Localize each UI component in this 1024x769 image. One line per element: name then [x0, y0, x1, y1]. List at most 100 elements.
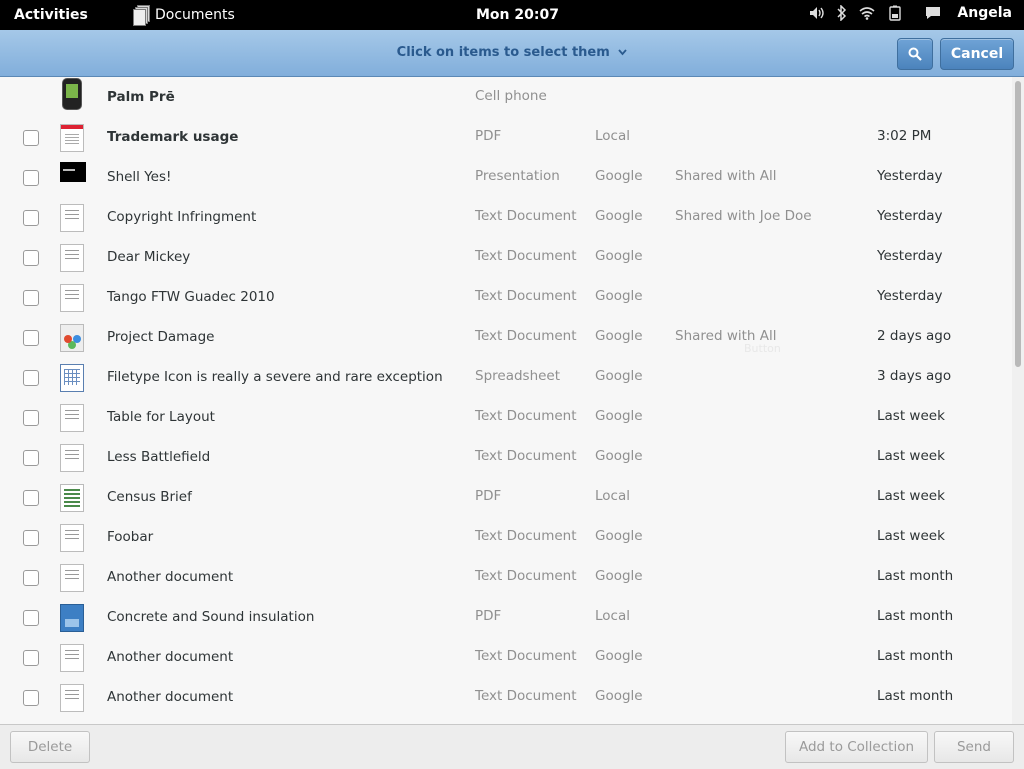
- document-row[interactable]: Foobar Text Document Google Last week: [0, 517, 1012, 557]
- row-shared: Shared with Joe Doe: [675, 208, 812, 224]
- document-row[interactable]: Another document Text Document Google Last …: [0, 677, 1012, 717]
- row-checkbox[interactable]: [23, 450, 39, 466]
- row-checkbox[interactable]: [23, 290, 39, 306]
- bluetooth-icon[interactable]: [837, 5, 847, 21]
- row-type: PDF: [475, 488, 502, 504]
- add-to-collection-button[interactable]: Add to Collection: [785, 731, 928, 763]
- chat-icon[interactable]: [925, 6, 941, 20]
- delete-button[interactable]: Delete: [10, 731, 90, 763]
- row-checkbox[interactable]: [23, 410, 39, 426]
- battery-icon[interactable]: [887, 5, 903, 21]
- row-source: Google: [595, 328, 643, 344]
- row-type: PDF: [475, 128, 502, 144]
- document-row[interactable]: Less Battlefield Text Document Google Last …: [0, 437, 1012, 477]
- row-title: Another document: [107, 649, 234, 665]
- document-row[interactable]: Filetype Icon is really a severe and rar…: [0, 357, 1012, 397]
- document-row[interactable]: Palm Prē Cell phone: [0, 77, 1012, 117]
- row-title: Filetype Icon is really a severe and rar…: [107, 369, 443, 385]
- document-row[interactable]: Table for Layout Text Document Google Last …: [0, 397, 1012, 437]
- row-source: Google: [595, 208, 643, 224]
- row-shared: Shared with All: [675, 168, 777, 184]
- row-source: Local: [595, 128, 630, 144]
- activities-button[interactable]: Activities: [14, 7, 88, 23]
- document-row[interactable]: Census Brief PDF Local Last week: [0, 477, 1012, 517]
- row-type: Text Document: [475, 448, 577, 464]
- row-date: Yesterday: [877, 248, 943, 264]
- row-checkbox[interactable]: [23, 250, 39, 266]
- row-date: Yesterday: [877, 288, 943, 304]
- clock[interactable]: Mon 20:07: [476, 7, 559, 23]
- doc-thumbnail-icon: [60, 244, 84, 272]
- row-checkbox[interactable]: [23, 330, 39, 346]
- scrollbar-thumb[interactable]: [1015, 81, 1021, 367]
- row-date: 3:02 PM: [877, 128, 932, 144]
- row-type: Presentation: [475, 168, 560, 184]
- row-title: Dear Mickey: [107, 249, 191, 265]
- row-checkbox[interactable]: [23, 690, 39, 706]
- ghost-label: Button: [744, 342, 781, 355]
- app-menu[interactable]: Documents: [133, 5, 235, 26]
- document-row[interactable]: Copyright Infringment Text Document Google…: [0, 197, 1012, 237]
- row-source: Google: [595, 648, 643, 664]
- row-checkbox[interactable]: [23, 210, 39, 226]
- row-date: 3 days ago: [877, 368, 952, 384]
- row-date: Last month: [877, 688, 954, 704]
- row-checkbox[interactable]: [23, 650, 39, 666]
- volume-icon[interactable]: [809, 6, 825, 20]
- cancel-button[interactable]: Cancel: [940, 38, 1014, 70]
- row-title: Another document: [107, 689, 234, 705]
- row-title: Foobar: [107, 529, 154, 545]
- row-source: Google: [595, 408, 643, 424]
- row-checkbox[interactable]: [23, 530, 39, 546]
- row-checkbox[interactable]: [23, 130, 39, 146]
- document-row[interactable]: Project Damage Text Document Google Shared …: [0, 317, 1012, 357]
- row-type: Text Document: [475, 328, 577, 344]
- row-date: Last week: [877, 448, 945, 464]
- vertical-scrollbar[interactable]: [1012, 77, 1024, 724]
- user-menu[interactable]: Angela: [957, 5, 1012, 21]
- doc-thumbnail-icon: [60, 684, 84, 712]
- row-source: Google: [595, 688, 643, 704]
- selection-title[interactable]: Click on items to select them: [0, 45, 1024, 60]
- row-title: Trademark usage: [107, 129, 239, 145]
- row-checkbox[interactable]: [23, 370, 39, 386]
- row-type: Text Document: [475, 288, 577, 304]
- wifi-icon[interactable]: [859, 6, 875, 20]
- phone-thumbnail-icon: [62, 78, 82, 110]
- row-title: Shell Yes!: [107, 169, 172, 185]
- row-title: Tango FTW Guadec 2010: [107, 289, 275, 305]
- document-row[interactable]: Concrete and Sound insulation PDF Local Las…: [0, 597, 1012, 637]
- selection-toolbar: Delete Add to Collection Send: [0, 724, 1024, 769]
- document-row[interactable]: Tango FTW Guadec 2010 Text Document Google…: [0, 277, 1012, 317]
- doc-thumbnail-icon: [60, 564, 84, 592]
- search-button[interactable]: [897, 38, 933, 70]
- top-panel: Activities Documents Mon 20:07 Angela: [0, 0, 1024, 30]
- sheet-thumbnail-icon: [60, 364, 84, 392]
- row-source: Google: [595, 568, 643, 584]
- row-date: Yesterday: [877, 208, 943, 224]
- document-row[interactable]: Dear Mickey Text Document Google Yesterday: [0, 237, 1012, 277]
- send-button[interactable]: Send: [934, 731, 1014, 763]
- row-type: Text Document: [475, 208, 577, 224]
- row-date: Last month: [877, 608, 954, 624]
- document-row[interactable]: Another document Text Document Google Last …: [0, 557, 1012, 597]
- census-thumbnail-icon: [60, 484, 84, 512]
- row-source: Google: [595, 448, 643, 464]
- row-source: Google: [595, 528, 643, 544]
- document-row[interactable]: Another document Text Document Google Last …: [0, 637, 1012, 677]
- row-type: Text Document: [475, 568, 577, 584]
- row-title: Copyright Infringment: [107, 209, 257, 225]
- document-row[interactable]: Trademark usage PDF Local 3:02 PM: [0, 117, 1012, 157]
- row-checkbox[interactable]: [23, 570, 39, 586]
- row-title: Palm Prē: [107, 89, 175, 105]
- row-checkbox[interactable]: [23, 610, 39, 626]
- doc-thumbnail-icon: [60, 444, 84, 472]
- row-source: Local: [595, 608, 630, 624]
- colorful-thumbnail-icon: [60, 324, 84, 352]
- row-checkbox[interactable]: [23, 490, 39, 506]
- row-type: Text Document: [475, 408, 577, 424]
- doc-thumbnail-icon: [60, 284, 84, 312]
- row-title: Less Battlefield: [107, 449, 211, 465]
- document-row[interactable]: Shell Yes! Presentation Google Shared with …: [0, 157, 1012, 197]
- row-checkbox[interactable]: [23, 170, 39, 186]
